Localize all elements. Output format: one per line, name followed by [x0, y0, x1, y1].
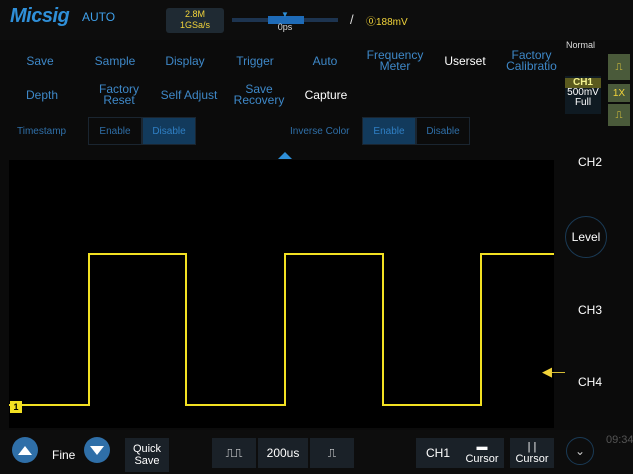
- trigger-mode[interactable]: Normal: [566, 40, 595, 50]
- menu-factory-calibration[interactable]: Factory Calibratio: [500, 44, 563, 78]
- timestamp-disable-button[interactable]: Disable: [142, 117, 196, 145]
- cursor-horizontal-button[interactable]: ▬ Cursor: [460, 438, 504, 468]
- trigger-level-value[interactable]: ⓪188mV: [366, 13, 408, 28]
- cursor-v-icon: | |: [527, 441, 537, 453]
- fine-label: Fine: [52, 448, 76, 462]
- menu-trigger[interactable]: Trigger: [220, 44, 290, 78]
- menu-userset[interactable]: Userset: [430, 44, 500, 78]
- waveform-display[interactable]: [9, 160, 554, 428]
- quick-save-line2: Save: [134, 455, 160, 467]
- menu-factory-reset[interactable]: Factory Reset: [84, 78, 154, 112]
- fine-down-button[interactable]: [84, 437, 110, 463]
- status-bar: Micsig AUTO 2.8M 1GSa/s ▼ 0ps / ⓪188mV: [0, 0, 633, 40]
- menu-capture[interactable]: Capture: [294, 78, 358, 112]
- up-arrow-icon: [18, 445, 32, 455]
- waveform-svg: [9, 253, 554, 406]
- cursor-h-label: Cursor: [465, 453, 499, 465]
- brand-logo: Micsig: [10, 5, 70, 27]
- sample-rate-box[interactable]: 2.8M 1GSa/s: [166, 8, 224, 33]
- fine-up-button[interactable]: [12, 437, 38, 463]
- cursor-v-label: Cursor: [515, 453, 549, 465]
- trigger-level-arrow-icon[interactable]: ◀—: [542, 364, 565, 380]
- menu-frequency-meter[interactable]: Frequency Meter: [360, 44, 430, 78]
- acquisition-mode[interactable]: AUTO: [82, 10, 115, 24]
- menu-save-recovery[interactable]: Save Recovery: [224, 78, 294, 112]
- ch1-bandwidth: Full: [574, 97, 592, 108]
- trigger-position-icon: ▼: [281, 10, 289, 19]
- timebase-increase-icon[interactable]: ⎍: [310, 438, 354, 468]
- ch2-button[interactable]: CH2: [565, 146, 615, 178]
- menu-depth[interactable]: Depth: [0, 78, 84, 112]
- ch1-marker[interactable]: 1: [10, 401, 22, 413]
- cursor-h-icon: ▬: [476, 441, 488, 453]
- quick-save-button[interactable]: Quick Save: [125, 438, 169, 472]
- expand-panel-button[interactable]: ⌄: [566, 437, 594, 465]
- sample-rate: 1GSa/s: [179, 20, 210, 30]
- menu-save[interactable]: Save: [0, 44, 80, 78]
- menu-auto[interactable]: Auto: [290, 44, 360, 78]
- timestamp-enable-button[interactable]: Enable: [88, 117, 142, 145]
- down-arrow-icon: [90, 445, 104, 455]
- timebase-offset: 0ps: [277, 22, 293, 32]
- inverse-color-label: Inverse Color: [290, 125, 350, 137]
- memory-depth: 2.8M: [184, 9, 205, 19]
- menu-self-adjust[interactable]: Self Adjust: [154, 78, 224, 112]
- pulse-icon[interactable]: ⎍: [608, 54, 630, 80]
- timeline-navigator[interactable]: ▼ 0ps: [232, 8, 338, 33]
- timestamp-label: Timestamp: [17, 125, 67, 137]
- ch1-waveform: [9, 253, 554, 406]
- coupling-icon[interactable]: ⎍: [608, 104, 630, 126]
- inverse-enable-button[interactable]: Enable: [362, 117, 416, 145]
- inverse-disable-button[interactable]: Disable: [416, 117, 470, 145]
- trigger-position-marker-icon: [278, 152, 292, 159]
- ch1-badge[interactable]: CH1: [416, 438, 460, 468]
- trigger-slope-icon[interactable]: /: [350, 12, 354, 27]
- ch1-settings[interactable]: CH1 500mV Full: [565, 76, 601, 114]
- options-row: Timestamp Enable Disable Inverse Color E…: [0, 114, 563, 148]
- clock: 09:34: [606, 434, 633, 446]
- menu-sample[interactable]: Sample: [80, 44, 150, 78]
- ch3-button[interactable]: CH3: [565, 294, 615, 326]
- timebase-value[interactable]: 200us: [258, 438, 308, 468]
- quick-save-line1: Quick: [132, 443, 162, 455]
- timebase-decrease-icon[interactable]: ⎍⎍: [212, 438, 256, 468]
- probe-ratio[interactable]: 1X: [608, 84, 630, 102]
- cursor-vertical-button[interactable]: | | Cursor: [510, 438, 554, 468]
- menu-display[interactable]: Display: [150, 44, 220, 78]
- level-knob[interactable]: Level: [565, 216, 607, 258]
- userset-submenu: Depth Factory Reset Self Adjust Save Rec…: [0, 78, 563, 112]
- main-menu: Save Sample Display Trigger Auto Frequen…: [0, 44, 563, 78]
- ch4-button[interactable]: CH4: [565, 366, 615, 398]
- chevron-down-icon: ⌄: [574, 444, 586, 458]
